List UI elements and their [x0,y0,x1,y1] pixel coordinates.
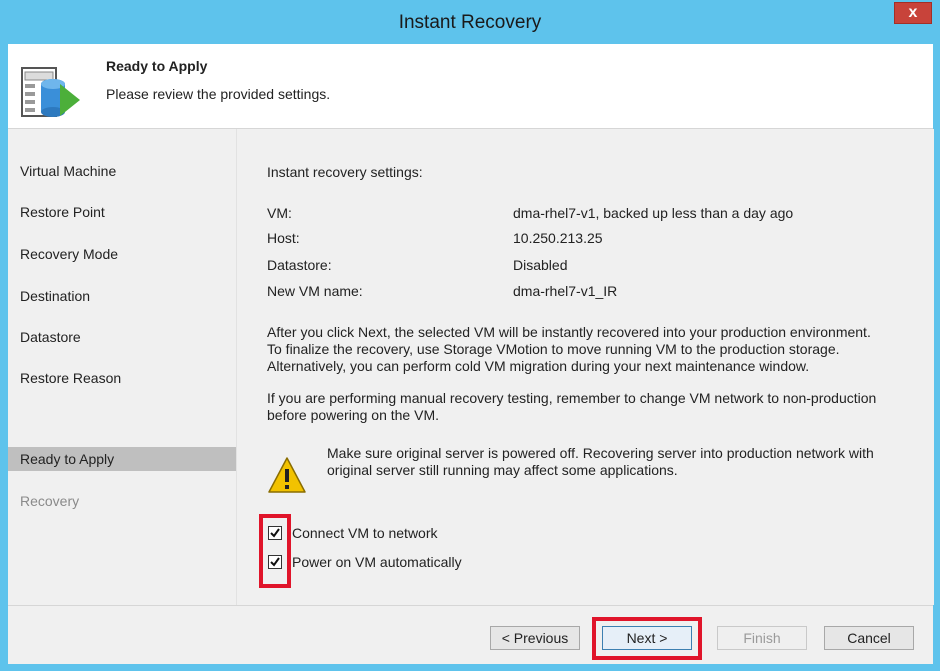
page-title: Ready to Apply [106,58,208,74]
connect-vm-to-network-label[interactable]: Connect VM to network [292,525,438,541]
sidebar-item-virtual-machine[interactable]: Virtual Machine [8,159,236,183]
previous-button[interactable]: < Previous [490,626,580,650]
power-on-vm-label[interactable]: Power on VM automatically [292,554,462,570]
restore-vm-icon [20,58,82,120]
setting-label-datastore: Datastore: [267,257,332,273]
sidebar-item-restore-reason[interactable]: Restore Reason [8,366,236,390]
wizard-content: Ready to Apply Please review the provide… [8,44,934,664]
section-title: Instant recovery settings: [267,164,423,180]
sidebar-item-recovery-mode[interactable]: Recovery Mode [8,242,236,266]
cancel-button[interactable]: Cancel [824,626,914,650]
setting-label-host: Host: [267,230,300,246]
setting-label-new-vm-name: New VM name: [267,283,363,299]
sidebar-item-ready-to-apply[interactable]: Ready to Apply [8,447,236,471]
sidebar-item-datastore[interactable]: Datastore [8,325,236,349]
setting-value-datastore: Disabled [513,257,568,273]
connect-vm-to-network-checkbox[interactable] [268,526,282,540]
setting-label-vm: VM: [267,205,292,221]
warning-icon [267,455,307,495]
setting-value-new-vm-name: dma-rhel7-v1_IR [513,283,618,299]
next-button[interactable]: Next > [602,626,692,650]
setting-value-host: 10.250.213.25 [513,230,603,246]
close-button[interactable]: x [894,2,932,24]
settings-summary-panel: Instant recovery settings: VM: dma-rhel7… [236,129,934,605]
wizard-header: Ready to Apply Please review the provide… [8,44,933,129]
window-title: Instant Recovery [398,12,542,33]
wizard-steps-sidebar: Virtual Machine Restore Point Recovery M… [8,129,236,605]
instant-recovery-window: Instant Recovery x Ready to Apply Please… [0,0,940,671]
finish-button: Finish [717,626,807,650]
sidebar-item-destination[interactable]: Destination [8,284,236,308]
wizard-footer: < Previous Next > Finish Cancel [8,605,933,664]
setting-value-vm: dma-rhel7-v1, backed up less than a day … [513,205,794,221]
testing-info-text: If you are performing manual recovery te… [267,390,877,423]
power-on-vm-checkbox[interactable] [268,555,282,569]
title-bar: Instant Recovery x [0,0,940,44]
warning-text: Make sure original server is powered off… [327,445,874,478]
sidebar-item-recovery: Recovery [20,493,80,509]
sidebar-item-restore-point[interactable]: Restore Point [8,200,236,224]
recovery-info-text: After you click Next, the selected VM wi… [267,324,871,374]
page-subtitle: Please review the provided settings. [106,86,331,102]
